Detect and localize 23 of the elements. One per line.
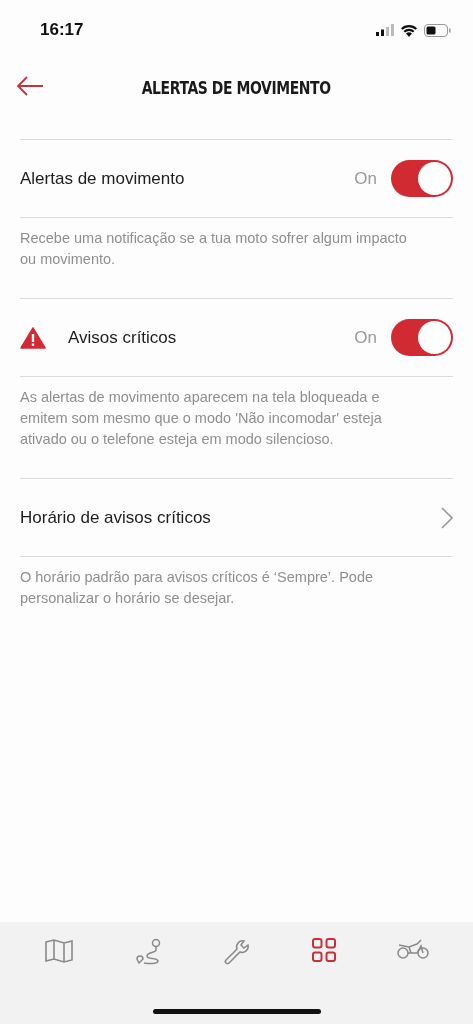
setting-label: Avisos críticos: [68, 327, 178, 348]
toggle-switch[interactable]: [391, 160, 453, 197]
battery-icon: [424, 23, 451, 37]
status-time: 16:17: [40, 20, 84, 40]
setting-description: Recebe uma notificação se a tua moto sofrer algum impacto ou movimento.: [20, 229, 408, 269]
toggle-state: On: [354, 327, 377, 348]
chevron-icon[interactable]: [441, 506, 453, 529]
back-button[interactable]: [14, 74, 46, 98]
route-icon: [134, 938, 163, 966]
grid-icon: [312, 938, 337, 962]
page-title: ALERTAS DE MOVIMENTO: [142, 78, 331, 98]
map-icon: [44, 938, 75, 964]
setting-label: Horário de avisos críticos: [20, 507, 212, 528]
setting-description: As alertas de movimento aparecem na tela bloqueada e emitem som mesmo que o modo 'Não incomodar' esteja ativado ou o telefone esteja em modo silencioso.: [20, 388, 383, 449]
setting-label: Alertas de movimento: [20, 168, 186, 189]
warning-icon: [20, 326, 46, 349]
wifi-icon: [400, 23, 418, 37]
motorcycle-icon: [396, 938, 429, 960]
wrench-icon: [223, 938, 252, 966]
toggle-state: On: [354, 168, 377, 189]
setting-description: O horário padrão para avisos críticos é ‘Sempre’. Pode personalizar o horário se desejar.: [20, 568, 374, 608]
signal-icon: [376, 24, 394, 36]
toggle-switch[interactable]: [391, 319, 453, 356]
